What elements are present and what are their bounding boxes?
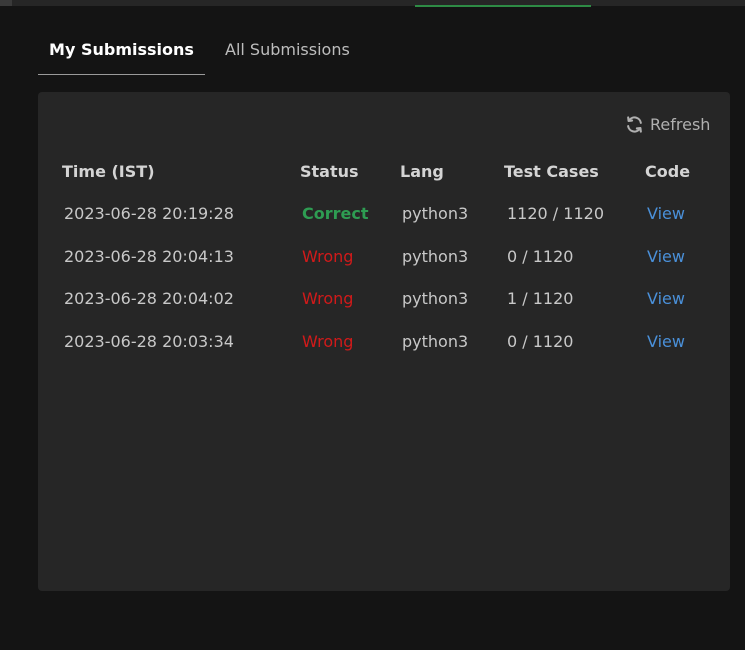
- cell-lang: python3: [402, 204, 469, 223]
- cell-time: 2023-06-28 20:03:34: [64, 332, 234, 351]
- table-row: 2023-06-28 20:03:34 Wrong python3 0 / 11…: [38, 332, 730, 356]
- table-row: 2023-06-28 20:19:28 Correct python3 1120…: [38, 204, 730, 228]
- header-status: Status: [300, 162, 359, 181]
- submissions-panel: Refresh Time (IST) Status Lang Test Case…: [38, 92, 730, 591]
- tab-all-submissions[interactable]: All Submissions: [225, 30, 350, 74]
- cell-test-cases: 0 / 1120: [507, 247, 574, 266]
- cell-test-cases: 1 / 1120: [507, 289, 574, 308]
- status-badge: Correct: [302, 204, 369, 223]
- header-test-cases: Test Cases: [504, 162, 599, 181]
- refresh-button[interactable]: Refresh: [625, 113, 710, 135]
- cell-time: 2023-06-28 20:04:13: [64, 247, 234, 266]
- view-code-link[interactable]: View: [647, 332, 685, 351]
- view-code-link[interactable]: View: [647, 204, 685, 223]
- status-badge: Wrong: [302, 247, 354, 266]
- view-code-link[interactable]: View: [647, 289, 685, 308]
- cell-time: 2023-06-28 20:19:28: [64, 204, 234, 223]
- header-lang: Lang: [400, 162, 444, 181]
- table-row: 2023-06-28 20:04:02 Wrong python3 1 / 11…: [38, 289, 730, 313]
- status-badge: Wrong: [302, 332, 354, 351]
- cell-time: 2023-06-28 20:04:02: [64, 289, 234, 308]
- view-code-link[interactable]: View: [647, 247, 685, 266]
- active-tab-indicator: [415, 5, 591, 7]
- top-bar: [0, 0, 745, 7]
- cell-test-cases: 1120 / 1120: [507, 204, 604, 223]
- refresh-icon: [627, 115, 642, 133]
- cell-test-cases: 0 / 1120: [507, 332, 574, 351]
- cell-lang: python3: [402, 289, 469, 308]
- header-code: Code: [645, 162, 691, 181]
- cell-lang: python3: [402, 247, 469, 266]
- table-row: 2023-06-28 20:04:13 Wrong python3 0 / 11…: [38, 247, 730, 271]
- refresh-label: Refresh: [650, 114, 711, 134]
- cell-lang: python3: [402, 332, 469, 351]
- status-badge: Wrong: [302, 289, 354, 308]
- tab-my-submissions[interactable]: My Submissions: [38, 30, 205, 75]
- header-time: Time (IST): [62, 162, 155, 181]
- top-bar-segment: [0, 0, 12, 6]
